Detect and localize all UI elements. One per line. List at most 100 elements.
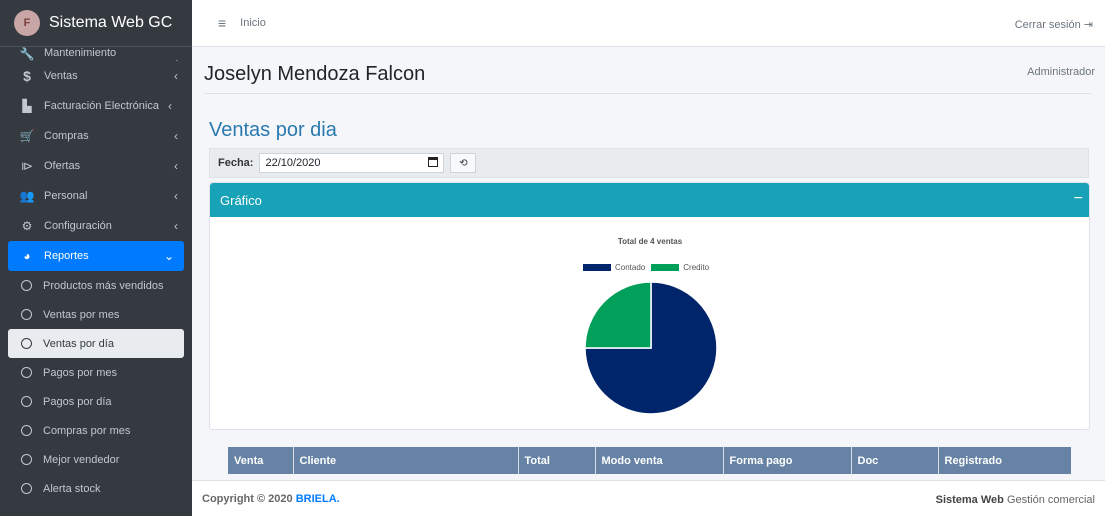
sidebar-item-label: Configuración	[44, 220, 112, 232]
circle-icon	[21, 454, 32, 465]
pie-chart	[584, 281, 718, 415]
menu-toggle-icon[interactable]: ≡	[218, 15, 226, 31]
sign-out-icon: ⇥	[1083, 19, 1093, 31]
legend-label-contado: Contado	[615, 263, 646, 272]
chevron-left-icon: ‹	[174, 129, 178, 143]
company-link[interactable]: BRIELA.	[296, 493, 340, 505]
top-navbar: ≡ Inicio Cerrar sesión ⇥	[192, 0, 1105, 47]
sidebar-item-configuracion[interactable]: ⚙ Configuración ‹	[4, 211, 188, 241]
legend-item-credito[interactable]: Credito	[651, 263, 709, 272]
logout-link[interactable]: Cerrar sesión ⇥	[1015, 18, 1093, 31]
circle-icon	[21, 309, 32, 320]
sales-table: Venta Cliente Total Modo venta Forma pag…	[228, 447, 1071, 474]
chevron-left-icon: ‹	[174, 219, 178, 233]
collapse-icon[interactable]: −	[1074, 191, 1083, 207]
sidebar: F Sistema Web GC 🔧 Mantenimiento ‹ $ Ven…	[0, 0, 192, 516]
sidebar-item-label: Reportes	[44, 250, 89, 262]
users-icon: 👥	[19, 189, 35, 203]
submenu-label: Mejor vendedor	[43, 453, 120, 466]
user-name: Joselyn Mendoza Falcon	[204, 63, 426, 85]
submenu-ventas-por-dia[interactable]: Ventas por día	[8, 329, 184, 358]
circle-icon	[21, 367, 32, 378]
copyright-text: Copyright © 2020	[202, 492, 293, 505]
submenu-compras-por-mes[interactable]: Compras por mes	[4, 416, 188, 445]
cog-icon: ⚙	[21, 219, 33, 233]
legend-item-contado[interactable]: Contado	[583, 263, 645, 272]
legend-swatch-credito	[651, 264, 680, 271]
home-link[interactable]: Inicio	[240, 17, 266, 29]
submenu-label: Pagos por día	[43, 395, 112, 408]
dollar-icon: $	[23, 68, 31, 84]
circle-icon	[21, 338, 32, 349]
legend-swatch-contado	[583, 264, 611, 271]
submenu-label: Alerta stock	[43, 482, 101, 495]
system-name-rest: Gestión comercial	[1006, 494, 1095, 506]
sidebar-item-ofertas[interactable]: ⧐ Ofertas ‹	[4, 151, 188, 181]
date-input[interactable]: 22/10/2020	[259, 153, 445, 173]
wrench-icon: 🔧	[19, 47, 35, 61]
sidebar-item-mantenimiento[interactable]: 🔧 Mantenimiento ‹	[4, 47, 188, 61]
footer-system-name: Sistema Web Gestión comercial	[936, 494, 1095, 506]
brand-link[interactable]: F Sistema Web GC	[0, 0, 192, 47]
submenu-label: Ventas por día	[43, 337, 114, 350]
refresh-button[interactable]: ⟲	[450, 153, 477, 173]
column-header-doc[interactable]: Doc	[851, 447, 939, 474]
sidebar-item-label: Compras	[44, 130, 89, 142]
date-value: 22/10/2020	[265, 157, 321, 169]
divider	[204, 93, 1091, 94]
brand-logo: F	[14, 10, 40, 36]
column-header-modo-venta[interactable]: Modo venta	[595, 447, 724, 474]
brand-title: Sistema Web GC	[49, 14, 173, 31]
submenu-label: Compras por mes	[43, 424, 131, 437]
sidebar-item-reportes[interactable]: ◕ Reportes ⌄	[8, 241, 184, 271]
submenu-productos-mas-vendidos[interactable]: Productos más vendidos	[4, 271, 188, 300]
chevron-down-icon: ⌄	[163, 249, 174, 263]
circle-icon	[21, 280, 32, 291]
submenu-ventas-por-mes[interactable]: Ventas por mes	[4, 300, 188, 329]
chevron-left-icon: ‹	[174, 159, 178, 173]
copyright: Copyright © 2020 BRIELA.	[202, 493, 340, 505]
column-header-registrado[interactable]: Registrado	[938, 447, 1071, 474]
circle-icon	[21, 425, 32, 436]
calendar-icon[interactable]	[428, 157, 439, 167]
building-icon: ▙	[22, 99, 32, 113]
circle-icon	[21, 483, 32, 494]
page-title: Ventas por dia	[209, 119, 337, 141]
submenu-pagos-por-dia[interactable]: Pagos por día	[4, 387, 188, 416]
column-header-forma-pago[interactable]: Forma pago	[723, 447, 852, 474]
pie-slice-credito[interactable]	[584, 281, 652, 349]
submenu-label: Productos más vendidos	[43, 279, 164, 292]
tags-icon: ⧐	[21, 159, 33, 173]
cart-icon: 🛒	[19, 129, 35, 143]
chevron-left-icon: ‹	[174, 69, 178, 83]
column-header-cliente[interactable]: Cliente	[293, 447, 519, 474]
chart-title: Total de 4 ventas	[617, 237, 683, 246]
date-filter-bar: Fecha: 22/10/2020 ⟲	[209, 148, 1089, 178]
sidebar-item-label: Mantenimiento	[44, 47, 117, 59]
sidebar-item-compras[interactable]: 🛒 Compras ‹	[4, 121, 188, 151]
sidebar-item-label: Ofertas	[44, 160, 81, 172]
card-header: Gráfico −	[210, 183, 1089, 217]
card-title: Gráfico	[220, 192, 262, 208]
column-header-total[interactable]: Total	[518, 447, 596, 474]
main-content: Joselyn Mendoza Falcon Administrador Ven…	[192, 47, 1105, 480]
chart-legend: Contado Credito	[583, 263, 715, 272]
submenu-mejor-vendedor[interactable]: Mejor vendedor	[4, 445, 188, 474]
submenu-alerta-stock[interactable]: Alerta stock	[4, 474, 188, 503]
date-label: Fecha:	[218, 157, 254, 169]
chart-pie-icon: ◕	[23, 249, 31, 263]
chart-card: Gráfico − Total de 4 ventas Contado Cred…	[209, 182, 1090, 430]
chevron-left-icon: ‹	[168, 99, 172, 113]
circle-icon	[21, 396, 32, 407]
submenu-label: Ventas por mes	[43, 308, 120, 321]
sidebar-item-ventas[interactable]: $ Ventas ‹	[4, 61, 188, 91]
table-header-row: Venta Cliente Total Modo venta Forma pag…	[228, 447, 1071, 474]
sidebar-item-label: Personal	[44, 190, 88, 202]
refresh-icon: ⟲	[459, 157, 468, 169]
sidebar-item-facturacion[interactable]: ▙ Facturación Electrónica ‹	[4, 91, 188, 121]
logout-label: Cerrar sesión	[1014, 19, 1081, 31]
sidebar-item-personal[interactable]: 👥 Personal ‹	[4, 181, 188, 211]
sidebar-nav: 🔧 Mantenimiento ‹ $ Ventas ‹ ▙ Facturaci…	[0, 47, 192, 503]
column-header-venta[interactable]: Venta	[228, 447, 294, 474]
submenu-pagos-por-mes[interactable]: Pagos por mes	[4, 358, 188, 387]
